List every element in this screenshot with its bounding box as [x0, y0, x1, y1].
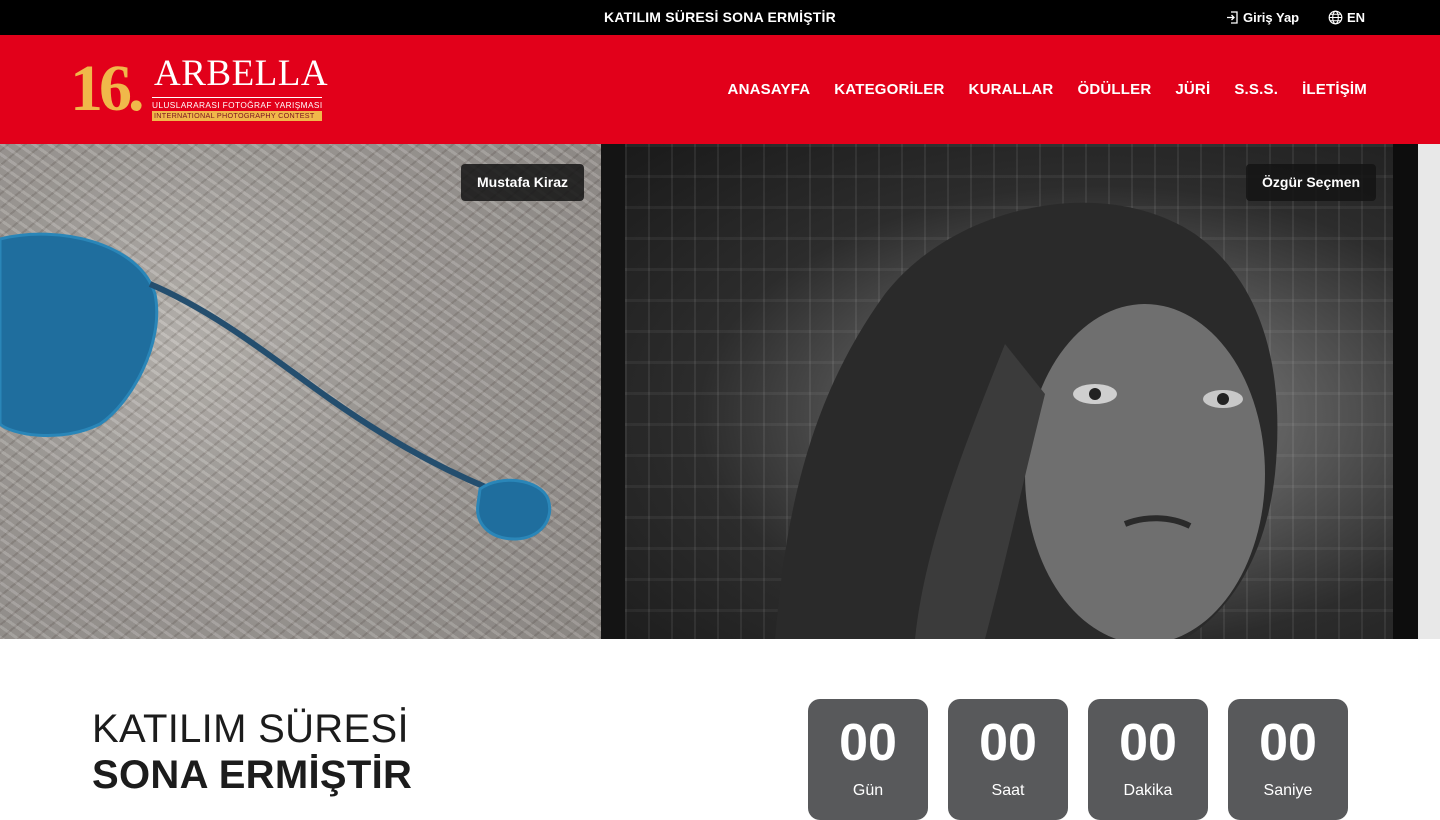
login-label: Giriş Yap [1243, 10, 1300, 25]
countdown-value: 00 [1119, 714, 1177, 772]
countdown-value: 00 [979, 714, 1037, 772]
site-logo[interactable]: 16. ARBELLA ULUSLARARASI FOTOĞRAF YARIŞM… [70, 52, 330, 127]
globe-icon [1328, 10, 1343, 25]
top-bar: KATILIM SÜRESİ SONA ERMİŞTİR Giriş Yap E… [0, 0, 1440, 35]
hero-slider[interactable]: Mustafa Kiraz Özgür Seçmen [0, 144, 1440, 639]
nav-item-awards[interactable]: ÖDÜLLER [1077, 81, 1151, 98]
nav-item-faq[interactable]: S.S.S. [1234, 81, 1278, 98]
countdown-value: 00 [839, 714, 897, 772]
nav-item-rules[interactable]: KURALLAR [969, 81, 1054, 98]
countdown-days: 00 Gün [808, 699, 928, 820]
nav-item-home[interactable]: ANASAYFA [728, 81, 811, 98]
countdown-label: Saniye [1263, 782, 1313, 799]
countdown-heading-line2: SONA ERMİŞTİR [92, 753, 413, 797]
countdown-heading: KATILIM SÜRESİ SONA ERMİŞTİR [92, 706, 412, 798]
logo-subtitle-en: INTERNATIONAL PHOTOGRAPHY CONTEST [152, 111, 322, 121]
language-switch[interactable]: EN [1328, 0, 1365, 35]
nav-item-contact[interactable]: İLETİŞİM [1302, 81, 1367, 98]
main-nav: ANASAYFA KATEGORİLER KURALLAR ÖDÜLLER JÜ… [728, 35, 1367, 144]
countdown-label: Gün [852, 782, 884, 799]
logo-edition-number: 16. [70, 52, 144, 125]
login-link[interactable]: Giriş Yap [1226, 0, 1299, 35]
countdown-minutes: 00 Dakika [1088, 699, 1208, 820]
main-header: 16. ARBELLA ULUSLARARASI FOTOĞRAF YARIŞM… [0, 35, 1440, 144]
logo-subtitle-tr: ULUSLARARASI FOTOĞRAF YARIŞMASI [152, 97, 322, 110]
language-label: EN [1347, 10, 1366, 25]
logo-brand: ARBELLA [154, 53, 329, 94]
closed-notice: KATILIM SÜRESİ SONA ERMİŞTİR [604, 9, 836, 25]
photo-credit-left: Mustafa Kiraz [461, 164, 585, 201]
hero-photo-portrait [625, 144, 1393, 639]
hero-photo-aerial [0, 144, 601, 639]
countdown-hours: 00 Saat [948, 699, 1068, 820]
login-icon [1226, 11, 1239, 24]
photo-credit-right: Özgür Seçmen [1246, 164, 1377, 201]
nav-item-jury[interactable]: JÜRİ [1175, 81, 1210, 98]
hero-photo-divider [601, 144, 625, 639]
countdown-heading-line1: KATILIM SÜRESİ [92, 707, 409, 751]
countdown-seconds: 00 Saniye [1228, 699, 1348, 820]
countdown-label: Saat [991, 782, 1025, 799]
countdown-label: Dakika [1123, 782, 1173, 799]
nav-item-categories[interactable]: KATEGORİLER [834, 81, 944, 98]
countdown-value: 00 [1259, 714, 1317, 772]
